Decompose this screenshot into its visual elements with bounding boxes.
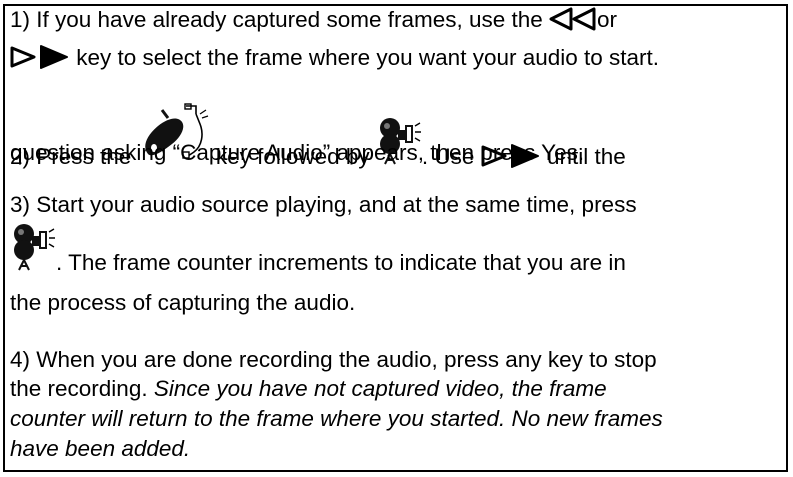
step-4-note-3: have been added. <box>10 436 191 461</box>
step-1-text-a: 1) If you have already captured some fra… <box>10 7 550 32</box>
step-3-line-2: . The frame counter increments to indica… <box>10 222 780 278</box>
step-4-note-2: counter will return to the frame where y… <box>10 406 663 431</box>
fast-forward-icon <box>10 45 70 69</box>
step-4-line-4: have been added. <box>10 434 780 464</box>
step-3-text-c: the process of capturing the audio. <box>10 290 356 315</box>
step-4-line-1: 4) When you are done recording the audio… <box>10 345 780 375</box>
step-1-line-2: key to select the frame where you want y… <box>10 43 780 73</box>
step-1-text-c: key to select the frame where you want y… <box>70 45 660 70</box>
step-4-text-b: the recording. <box>10 376 154 401</box>
step-3-line-1: 3) Start your audio source playing, and … <box>10 190 780 220</box>
rewind-icon <box>549 7 597 31</box>
step-4-text-a: 4) When you are done recording the audio… <box>10 347 657 372</box>
step-3-text-b: . The frame counter increments to indica… <box>56 250 626 275</box>
step-2-text-e: question asking “Capture Audio” appears,… <box>10 140 585 165</box>
step-1-line-1: 1) If you have already captured some fra… <box>10 5 780 35</box>
step-3-text-a: 3) Start your audio source playing, and … <box>10 192 637 217</box>
step-4-note-1: Since you have not captured video, the f… <box>153 376 607 401</box>
step-2-line-2: question asking “Capture Audio” appears,… <box>10 138 780 168</box>
step-4-line-3: counter will return to the frame where y… <box>10 404 780 434</box>
step-3-line-3: the process of capturing the audio. <box>10 288 780 318</box>
step-4-line-2: the recording. Since you have not captur… <box>10 374 780 404</box>
step-1-text-b: or <box>597 7 618 32</box>
capture-camera-icon <box>10 222 56 272</box>
